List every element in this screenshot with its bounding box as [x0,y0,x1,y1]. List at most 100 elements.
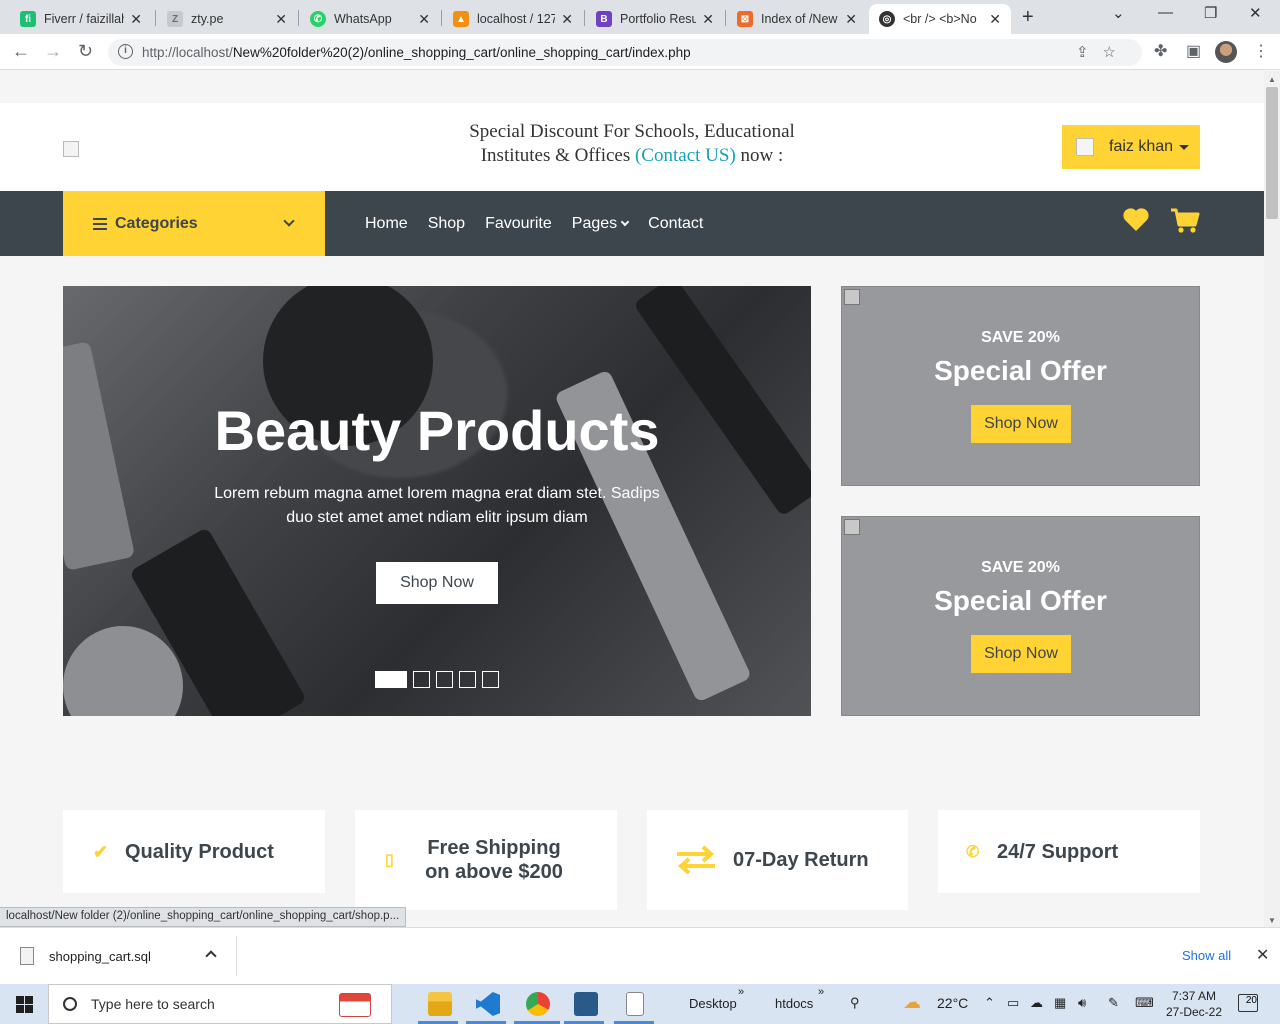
windows-start-icon[interactable] [16,996,33,1013]
desktop-toolbar[interactable]: Desktop [689,996,737,1011]
site-logo-broken-image[interactable] [63,141,79,157]
feature-card: ▯ Free Shipping on above $200 [355,810,617,910]
profile-avatar[interactable] [1215,41,1237,63]
heart-icon[interactable] [1122,207,1150,233]
system-clock[interactable]: 7:37 AM 27-Dec-22 [1165,988,1223,1020]
forward-icon[interactable]: → [44,41,62,62]
promo-line-2-text: Institutes & Offices [480,145,631,166]
weather-icon[interactable]: ☁ [903,992,921,1013]
contact-us-link[interactable]: (Contact US) [635,145,736,166]
bookmark-star-icon[interactable]: ☆ [1103,44,1130,61]
search-placeholder: Type here to search [91,996,215,1012]
chevrons-icon[interactable]: » [818,986,824,998]
tab-title: <br /> <b>No [903,12,977,26]
site-info-icon[interactable]: i [118,44,133,59]
chevron-down-icon [283,215,295,227]
promo-line-2: Institutes & Offices (Contact US) now : [400,144,864,168]
file-explorer-icon[interactable] [428,992,452,1016]
close-tab-icon[interactable]: ✕ [418,11,430,28]
carousel-indicator[interactable] [459,671,476,688]
nav-pages-dropdown[interactable]: Pages [571,214,630,233]
notification-center-icon[interactable]: 20 [1238,994,1258,1012]
carousel-indicator[interactable] [482,671,499,688]
close-tab-icon[interactable]: ✕ [561,11,573,28]
chevron-down-icon [620,217,630,226]
vscode-icon[interactable] [476,992,500,1016]
carousel-indicator[interactable] [436,671,453,688]
side-panel-icon[interactable]: ▣ [1186,41,1201,61]
categories-toggle-button[interactable]: Categories [63,191,325,256]
nav-shop[interactable]: Shop [428,215,465,233]
nav-pages-label: Pages [571,214,618,232]
taskbar-search-box[interactable]: Type here to search [48,984,392,1024]
tab-search-icon[interactable]: ⌄ [1112,4,1125,22]
site-header: Special Discount For Schools, Educationa… [0,103,1264,191]
reload-icon[interactable]: ↻ [78,41,93,62]
page-scrollbar[interactable]: ▲ ▼ [1264,71,1280,927]
carousel-indicator[interactable] [375,671,407,688]
pen-icon[interactable]: ✎ [1108,995,1119,1011]
network-icon[interactable]: ▦ [1054,995,1066,1011]
back-icon[interactable]: ← [12,41,30,62]
tab-fiverr[interactable]: fi Fiverr / faizillah ✕ [10,4,152,34]
extensions-puzzle-icon[interactable]: ✤ [1154,41,1167,61]
hero-shop-now-button[interactable]: Shop Now [376,562,498,604]
new-tab-icon[interactable]: + [1022,6,1034,29]
volume-icon[interactable]: 🔊︎ [1078,995,1086,1011]
carousel-indicators [375,671,505,688]
close-tab-icon[interactable]: ✕ [275,11,287,28]
shopping-cart-icon[interactable] [1170,207,1200,235]
close-download-shelf-icon[interactable]: ✕ [1256,945,1269,965]
tab-whatsapp[interactable]: ✆ WhatsApp ✕ [300,4,440,34]
chevrons-icon[interactable]: » [738,986,744,998]
mysql-workbench-icon[interactable] [574,992,598,1016]
people-icon[interactable]: ⚲ [850,995,860,1011]
download-item[interactable]: shopping_cart.sql [20,947,151,965]
shipping-icon: ▯ [385,852,394,869]
tab-index-of[interactable]: ⊠ Index of /New ✕ [727,4,867,34]
restore-icon[interactable]: ❐ [1204,4,1217,22]
hero-carousel[interactable]: Beauty Products Lorem rebum magna amet l… [63,286,811,716]
user-account-dropdown[interactable]: faiz khan [1062,125,1200,169]
url-text[interactable]: http://localhost/New%20folder%20(2)/onli… [142,45,691,60]
windows-taskbar: Type here to search Desktop » htdocs » ⚲… [0,984,1280,1024]
tab-phpmyadmin[interactable]: ▲ localhost / 127 ✕ [443,4,583,34]
calendar-widget-icon[interactable] [339,993,371,1017]
nav-home[interactable]: Home [365,215,408,233]
share-icon[interactable]: ⇪ [1076,44,1103,61]
meet-now-icon[interactable]: ▭ [1007,995,1019,1011]
close-tab-icon[interactable]: ✕ [845,11,857,28]
offer-shop-now-button[interactable]: Shop Now [971,405,1071,443]
notepad-icon[interactable] [626,992,644,1016]
chrome-menu-icon[interactable]: ⋮ [1253,41,1269,61]
htdocs-toolbar[interactable]: htdocs [775,996,813,1011]
close-tab-icon[interactable]: ✕ [989,11,1001,28]
scroll-down-icon[interactable]: ▼ [1268,916,1276,925]
whatsapp-favicon-icon: ✆ [310,11,326,27]
minimize-icon[interactable]: — [1158,4,1173,21]
onedrive-icon[interactable]: ☁ [1030,995,1043,1011]
url-bar[interactable]: i http://localhost/New%20folder%20(2)/on… [108,39,1142,66]
nav-contact[interactable]: Contact [648,215,703,233]
scrollbar-thumb[interactable] [1266,87,1278,219]
keyboard-icon[interactable]: ⌨ [1135,995,1154,1011]
user-avatar-image [1076,138,1094,156]
tab-portfolio[interactable]: B Portfolio Resum ✕ [586,4,724,34]
offer-shop-now-button[interactable]: Shop Now [971,635,1071,673]
chrome-icon[interactable] [526,992,550,1016]
notification-count: 20 [1245,995,1257,1006]
chevron-up-icon[interactable] [205,950,217,962]
temperature[interactable]: 22°C [937,995,968,1011]
hidden-icons-chevron-icon[interactable]: ⌃ [984,995,995,1011]
scroll-up-icon[interactable]: ▲ [1268,75,1276,84]
show-all-downloads-link[interactable]: Show all [1182,948,1231,963]
close-tab-icon[interactable]: ✕ [130,11,142,28]
page-viewport: Special Discount For Schools, Educationa… [0,71,1264,927]
feature-label: 07-Day Return [733,849,869,871]
window-close-icon[interactable]: ✕ [1249,4,1262,22]
tab-ztype[interactable]: Z zty.pe ✕ [157,4,297,34]
close-tab-icon[interactable]: ✕ [702,11,714,28]
nav-favourite[interactable]: Favourite [485,215,552,233]
tab-current-page[interactable]: ◎ <br /> <b>No ✕ [869,4,1011,34]
carousel-indicator[interactable] [413,671,430,688]
